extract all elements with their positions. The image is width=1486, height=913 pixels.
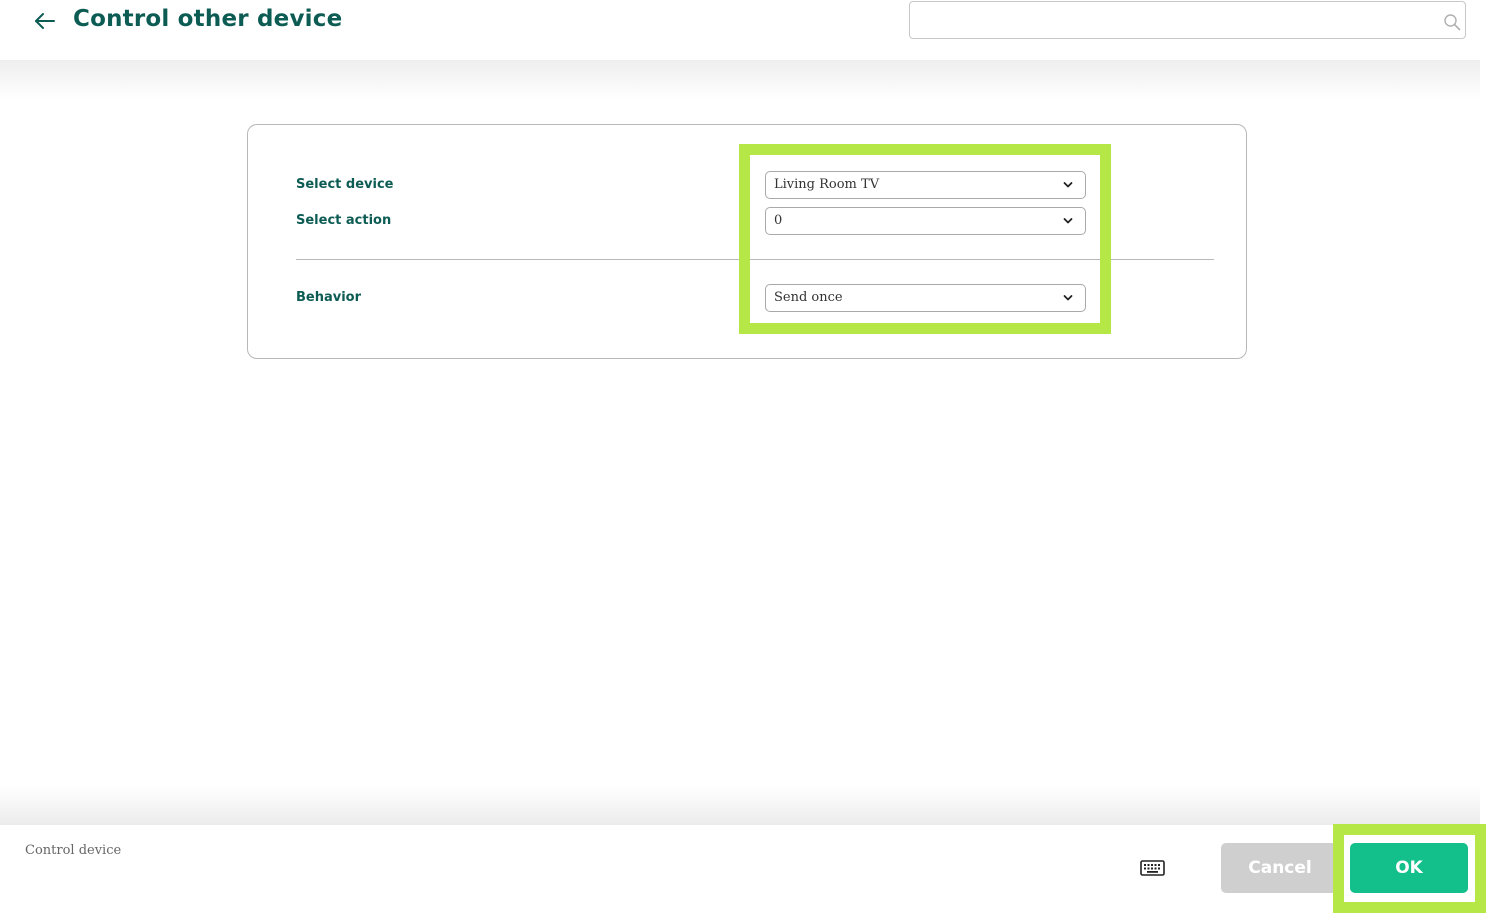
select-device-value: Living Room TV [774,177,880,192]
chevron-down-icon [1063,218,1073,224]
select-action-value: 0 [774,213,783,228]
settings-card [247,124,1247,359]
behavior-value: Send once [774,290,843,305]
arrow-left-icon [35,13,55,29]
ok-button[interactable]: OK [1350,843,1468,893]
search-icon[interactable] [1443,13,1461,31]
header-bar: Control other device [0,0,1486,60]
footer-label: Control device [25,843,122,858]
chevron-down-icon [1063,182,1073,188]
behavior-label: Behavior [296,290,362,305]
content-top-shadow [0,60,1480,100]
select-device-dropdown[interactable]: Living Room TV [765,171,1086,199]
cancel-button[interactable]: Cancel [1221,843,1339,893]
back-button[interactable] [30,6,60,36]
select-action-dropdown[interactable]: 0 [765,207,1086,235]
select-action-label: Select action [296,213,392,228]
search-field[interactable] [909,1,1466,39]
search-input[interactable] [918,8,1442,34]
page-title: Control other device [73,6,343,32]
keyboard-icon[interactable] [1140,860,1165,876]
chevron-down-icon [1063,295,1073,301]
select-device-label: Select device [296,177,394,192]
section-divider [296,259,1214,260]
content-bottom-shadow [0,785,1480,825]
footer-bar: Control device Cancel OK [0,825,1486,913]
behavior-dropdown[interactable]: Send once [765,284,1086,312]
